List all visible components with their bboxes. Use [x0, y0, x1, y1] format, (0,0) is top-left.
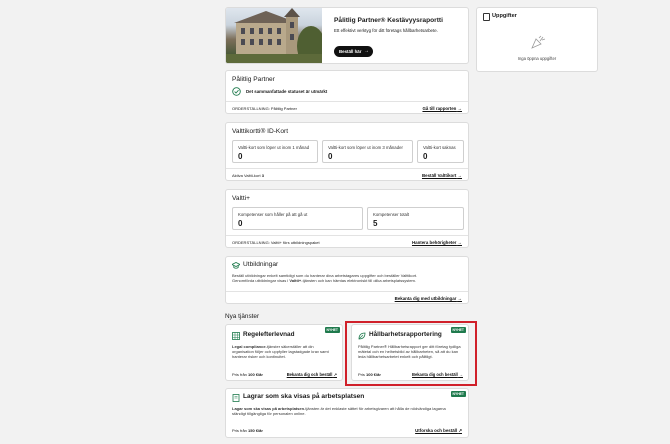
arrow-right-icon: →: [364, 48, 369, 54]
service-title: Regelefterlevnad: [243, 331, 295, 338]
order-valttikort-link[interactable]: Beställ Valttikort →: [422, 173, 462, 178]
active-cards-text: Aktiva Valtti-kort 3: [232, 173, 264, 178]
idcard-box-3: Valtti-kort saknas 0: [417, 140, 464, 163]
price-value: 100 €/år: [366, 372, 381, 377]
idcard-box-label: Valtti-kort som löper ut inom 3 månader: [328, 145, 403, 150]
arrow-right-icon: →: [457, 106, 462, 111]
service-workplace-laws-card: NYHET Lagrar som ska visas på arbetsplat…: [225, 388, 469, 438]
building-icon: [232, 332, 240, 340]
tasks-empty-text: Inga öppna uppgifter: [517, 56, 557, 61]
manage-permissions-label: Hantera behörigheter: [411, 240, 457, 245]
training-desc-2a: Genomförda utbildningar visas i: [232, 278, 290, 283]
valttiplus-box-2: Kompetenser totalt 5: [367, 207, 464, 230]
service-title: Lagrar som ska visas på arbetsplatsen: [243, 393, 365, 400]
partner-status: Det sammanfattade statuset är utmärkt: [246, 89, 328, 94]
explore-training-link[interactable]: Bekanta dig med utbildningar →: [395, 296, 462, 301]
valttiplus-box-label: Kompetenser totalt: [373, 212, 410, 217]
clipboard-icon: [483, 13, 490, 21]
valttiplus-footer: ORDERSTÄLLNING: Valtti+ förs utbildnings…: [226, 235, 468, 249]
idcard-box-2: Valtti-kort som löper ut inom 3 månader …: [322, 140, 413, 163]
idcard-box-value: 0: [423, 152, 428, 161]
valttiplus-box-value: 5: [373, 219, 378, 228]
price-label: Pris från: [232, 372, 247, 377]
tasks-card: Uppgifter Inga öppna uppgifter: [476, 7, 598, 72]
idcard-footer: Aktiva Valtti-kort 3 Beställ Valttikort …: [226, 168, 468, 182]
new-badge: NYHET: [324, 327, 340, 333]
external-link-icon: ↗: [458, 428, 462, 433]
party-popper-icon: [531, 35, 546, 49]
order-button[interactable]: Beställ här →: [334, 46, 373, 57]
active-cards-label: Aktiva Valtti-kort: [232, 173, 261, 178]
external-link-icon: ↗: [333, 372, 337, 377]
tasks-title: Uppgifter: [492, 13, 517, 19]
service-sustainability-card: NYHET Hållbarhetsrapportering Pålitlig P…: [351, 324, 469, 381]
service-description: Lagar som ska visas på arbetsplatsen-tjä…: [232, 406, 457, 416]
arrow-right-icon: →: [457, 296, 462, 301]
new-badge: NYHET: [450, 391, 466, 397]
service-compliance-card: NYHET Regelefterlevnad Legal compliance-…: [225, 324, 343, 381]
go-to-report-label: Gå till rapporten: [422, 106, 457, 111]
valttiplus-box-1: Kompetenser som håller på att gå ut 0: [232, 207, 363, 230]
training-desc-2c: -tjänsten och kan hämtas elektroniskt ti…: [301, 278, 416, 283]
idcard-box-value: 0: [238, 152, 243, 161]
report-description: Ett effektivt verktyg för ditt företags …: [334, 28, 438, 33]
arrow-right-icon: →: [458, 372, 463, 377]
service-price: Pris 100 €/år: [358, 372, 381, 377]
service-order-link[interactable]: Utforska och beställ ↗: [415, 428, 462, 434]
service-title: Hållbarhetsrapportering: [369, 331, 442, 338]
training-description: Beställ utbildningar enkelt samtidigt so…: [232, 273, 464, 283]
new-services-heading: Nya tjänster: [225, 313, 260, 320]
idcard-box-label: Valtti-kort som löper ut inom 1 månad: [238, 145, 310, 150]
price-value: 100 €/år: [248, 372, 263, 377]
book-icon: [232, 394, 240, 402]
explore-training-label: Bekanta dig med utbildningar: [394, 296, 457, 301]
service-desc-text: Pålitlig Partner® Hållbarhetsrapport ger…: [358, 344, 461, 359]
arrow-right-icon: →: [457, 173, 462, 178]
new-badge: NYHET: [450, 327, 466, 333]
graduation-cap-icon: [232, 262, 240, 269]
service-description: Legal compliance-tjänster säkerställer a…: [232, 344, 336, 359]
valttiplus-title: Valtti+: [232, 195, 251, 202]
order-valttikort-label: Beställ Valttikort: [421, 173, 457, 178]
manage-permissions-link[interactable]: Hantera behörigheter →: [412, 240, 462, 245]
valttiplus-card: Valtti+ Kompetenser som håller på att gå…: [225, 189, 469, 248]
service-order-link[interactable]: Bekanta dig och beställ ↗: [287, 372, 337, 377]
training-footer: Bekanta dig med utbildningar →: [226, 291, 468, 305]
arrow-right-icon: →: [457, 240, 462, 245]
active-cards-count: 3: [261, 173, 264, 178]
training-title: Utbildningar: [243, 261, 279, 268]
leaf-icon: [358, 332, 366, 340]
report-title: Pålitlig Partner® Kestävyysraportti: [334, 17, 443, 24]
price-label: Pris: [358, 372, 365, 377]
partner-footer: ORDERSTÄLLNING: Pålitlig Partner Gå till…: [226, 101, 468, 115]
idcard-card: Valttikortti® ID-Kort Valtti-kort som lö…: [225, 122, 469, 181]
idcard-box-label: Valtti-kort saknas: [423, 145, 456, 150]
order-button-label: Beställ här: [339, 49, 362, 54]
price-label: Pris från: [232, 428, 247, 433]
service-order-link[interactable]: Bekanta dig och beställ →: [412, 372, 463, 377]
valttiplus-box-value: 0: [238, 219, 243, 228]
price-value: 150 €/år: [248, 428, 263, 433]
valttiplus-subscription: ORDERSTÄLLNING: Valtti+ förs utbildnings…: [232, 240, 320, 245]
partner-card: Pålitlig Partner Det sammanfattade statu…: [225, 70, 469, 114]
service-order-label: Bekanta dig och beställ: [412, 372, 458, 377]
training-card: Utbildningar Beställ utbildningar enkelt…: [225, 256, 469, 304]
idcard-box-value: 0: [328, 152, 333, 161]
idcard-title: Valttikortti® ID-Kort: [232, 128, 289, 135]
valttiplus-box-label: Kompetenser som håller på att gå ut: [238, 212, 308, 217]
service-price: Pris från 100 €/år: [232, 372, 263, 377]
service-description: Pålitlig Partner® Hållbarhetsrapport ger…: [358, 344, 466, 359]
report-card: Pålitlig Partner® Kestävyysraportti Ett …: [225, 7, 469, 64]
idcard-box-1: Valtti-kort som löper ut inom 1 månad 0: [232, 140, 318, 163]
service-price: Pris från 150 €/år: [232, 428, 263, 433]
partner-title: Pålitlig Partner: [232, 76, 275, 83]
training-desc-2b: Valtti+: [289, 278, 302, 283]
service-order-label: Bekanta dig och beställ: [286, 372, 333, 377]
go-to-report-link[interactable]: Gå till rapporten →: [422, 106, 462, 111]
partner-subscription: ORDERSTÄLLNING: Pålitlig Partner: [232, 106, 297, 111]
service-order-label: Utforska och beställ: [415, 428, 458, 433]
building-image: [226, 8, 322, 63]
check-circle-icon: [232, 87, 241, 96]
